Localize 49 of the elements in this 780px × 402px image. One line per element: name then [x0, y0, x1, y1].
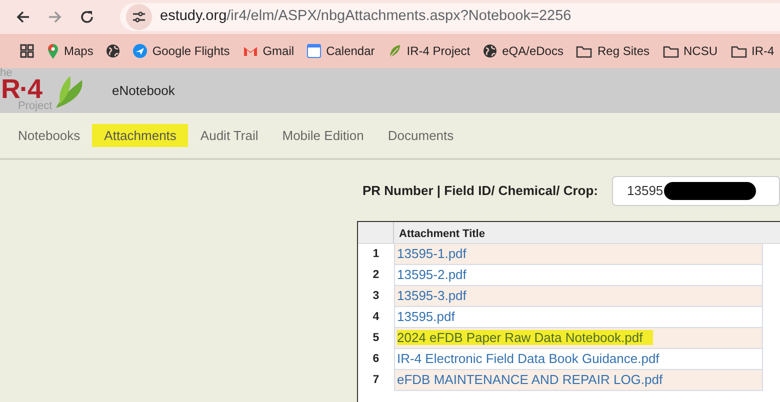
file-link[interactable]: 13595-1.pdf	[397, 246, 466, 261]
forward-icon	[47, 9, 63, 25]
back-icon	[15, 9, 31, 25]
file-link[interactable]: 13595.pdf	[397, 309, 455, 324]
row-number: 4	[372, 310, 380, 325]
url-text: estudy.org/ir4/elm/ASPX/nbgAttachments.aspx?Notebook=2256	[160, 7, 572, 26]
folder-icon	[730, 44, 747, 58]
sliders-icon	[132, 11, 146, 23]
bookmark-item[interactable]: Google Flights	[133, 42, 230, 60]
field-value: 13595	[627, 182, 664, 200]
apps-button[interactable]	[20, 44, 34, 58]
nav-link[interactable]: Notebooks	[6, 124, 92, 148]
nav-link[interactable]: Audit Trail	[188, 124, 270, 148]
search-field[interactable]: 13595	[612, 176, 780, 206]
nav-link[interactable]: Mobile Edition	[270, 124, 376, 148]
bookmark-item[interactable]: IR-4	[730, 42, 774, 60]
bookmark-item[interactable]: Gmail	[242, 42, 294, 60]
map-pin-icon	[47, 44, 59, 58]
column-header: Attachment Title	[398, 227, 486, 242]
filter-label: PR Number | Field ID/ Chemical/ Crop:	[362, 182, 598, 200]
row-number: 6	[372, 352, 380, 367]
address-bar[interactable]: estudy.org/ir4/elm/ASPX/nbgAttachments.aspx?Notebook=2256	[120, 3, 780, 31]
file-link[interactable]: 13595-2.pdf	[397, 267, 466, 282]
row-number: 2	[372, 268, 380, 283]
folder-icon	[662, 44, 679, 58]
leaf-icon	[388, 44, 402, 58]
row-number: 7	[372, 373, 380, 388]
app-title: eNotebook	[112, 82, 175, 100]
bookmark-item[interactable]: Calendar	[307, 42, 375, 60]
bookmark-item[interactable]: IR-4 Project	[388, 42, 470, 60]
bookmark-item[interactable]: Reg Sites	[576, 42, 650, 60]
globe-icon	[483, 44, 498, 58]
file-link[interactable]: 13595-3.pdf	[397, 288, 466, 303]
nav-link[interactable]: Documents	[376, 124, 466, 148]
mail-icon	[242, 45, 258, 57]
row-number: 3	[372, 289, 380, 304]
folder-icon	[576, 44, 592, 58]
bookmark-item[interactable]: eQA/eDocs	[483, 42, 564, 60]
reload-icon	[79, 9, 95, 25]
bookmark-globe-icon[interactable]	[106, 44, 120, 58]
plane-icon	[133, 44, 148, 58]
row-number: 5	[372, 331, 380, 346]
site-settings-button[interactable]	[126, 4, 152, 30]
row-number: 1	[372, 247, 380, 262]
file-link[interactable]: 2024 eFDB Paper Raw Data Notebook.pdf	[397, 330, 653, 345]
nav-link[interactable]: Attachments	[92, 124, 188, 148]
bookmark-item[interactable]: NCSU	[662, 42, 718, 60]
calendar-icon	[307, 44, 322, 58]
bookmark-item[interactable]: Maps	[47, 42, 94, 60]
